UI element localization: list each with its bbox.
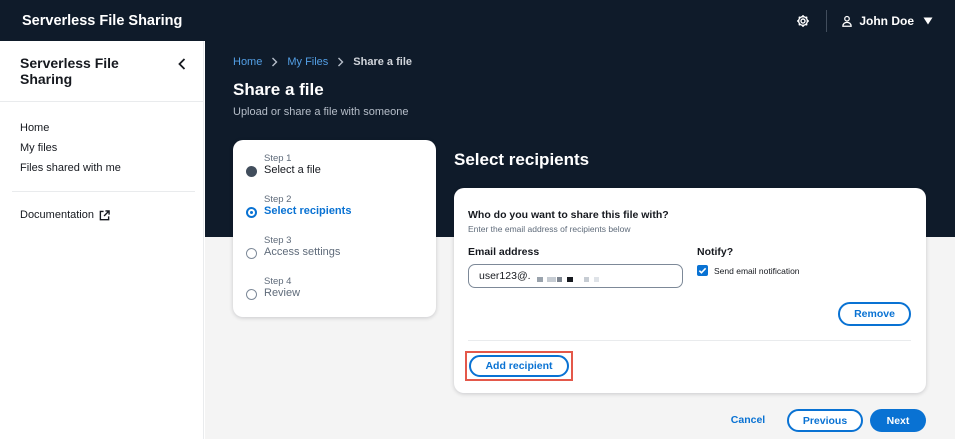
cancel-button[interactable]: Cancel: [722, 409, 774, 431]
step-number: Step 3: [264, 235, 292, 246]
step-pending-indicator: [246, 289, 257, 300]
side-navigation: Serverless File Sharing Home My files Fi…: [0, 41, 204, 439]
breadcrumb-my-files[interactable]: My Files: [287, 56, 328, 68]
step-active-indicator: [246, 207, 257, 218]
step-number: Step 1: [264, 153, 292, 164]
page-subtitle: Upload or share a file with someone: [233, 106, 409, 118]
sidebar-item-my-files[interactable]: My files: [20, 138, 121, 158]
app-title[interactable]: Serverless File Sharing: [22, 13, 182, 29]
wizard-steps-panel: Step 1 Select a file Step 2 Select recip…: [233, 140, 436, 317]
chevron-right-icon: [337, 57, 344, 67]
step-label: Access settings: [264, 246, 341, 258]
email-label: Email address: [468, 246, 540, 258]
remove-button[interactable]: Remove: [838, 302, 911, 326]
email-field[interactable]: [468, 264, 683, 288]
sidebar-divider: [12, 191, 195, 192]
notify-label: Notify?: [697, 246, 734, 258]
user-menu[interactable]: John Doe: [841, 14, 933, 28]
user-name: John Doe: [859, 13, 914, 28]
step-complete-indicator: [246, 166, 257, 177]
redacted-text: [567, 277, 573, 282]
breadcrumb: Home My Files Share a file: [233, 56, 412, 68]
step-label[interactable]: Select recipients: [264, 205, 351, 217]
sidebar-item-files-shared-with-me[interactable]: Files shared with me: [20, 158, 121, 178]
topnav-divider: [826, 9, 828, 32]
sidebar-links: Home My files Files shared with me: [20, 118, 121, 178]
sidebar-item-home[interactable]: Home: [20, 118, 121, 138]
step-pending-indicator: [246, 248, 257, 259]
redacted-text: [594, 277, 599, 282]
breadcrumb-home[interactable]: Home: [233, 56, 262, 68]
sidebar-header: Serverless File Sharing: [0, 41, 204, 102]
topnav-utilities: John Doe: [790, 0, 933, 41]
add-recipient-button[interactable]: Add recipient: [469, 355, 569, 377]
redacted-text: [537, 277, 543, 282]
step-number: Step 2: [264, 194, 292, 205]
notify-option[interactable]: Send email notification: [697, 265, 800, 276]
breadcrumb-current: Share a file: [353, 56, 412, 68]
card-divider: [468, 340, 911, 341]
step-number: Step 4: [264, 276, 292, 287]
step-label[interactable]: Select a file: [264, 164, 321, 176]
redacted-text: [584, 277, 589, 282]
user-icon: [841, 15, 853, 27]
redacted-text: [557, 277, 562, 282]
caret-down-icon: [923, 17, 933, 25]
section-title: Select recipients: [454, 150, 590, 169]
previous-button[interactable]: Previous: [787, 409, 863, 432]
notify-option-label: Send email notification: [714, 265, 800, 276]
sidebar-title[interactable]: Serverless File Sharing: [20, 55, 150, 87]
gear-icon[interactable]: [790, 8, 816, 34]
documentation-label: Documentation: [20, 209, 94, 221]
share-question: Who do you want to share this file with?: [468, 209, 669, 221]
top-navigation: Serverless File Sharing John Doe: [0, 0, 955, 41]
chevron-right-icon: [271, 57, 278, 67]
share-description: Enter the email address of recipients be…: [468, 224, 631, 234]
page-title: Share a file: [233, 80, 324, 99]
chevron-left-icon[interactable]: [173, 55, 191, 73]
redacted-text: [547, 277, 556, 282]
external-link-icon: [99, 209, 110, 221]
notify-checkbox[interactable]: [697, 265, 708, 276]
recipients-card: Who do you want to share this file with?…: [454, 188, 926, 393]
sidebar-item-documentation[interactable]: Documentation: [20, 209, 110, 221]
step-label: Review: [264, 287, 301, 299]
next-button[interactable]: Next: [870, 409, 926, 432]
